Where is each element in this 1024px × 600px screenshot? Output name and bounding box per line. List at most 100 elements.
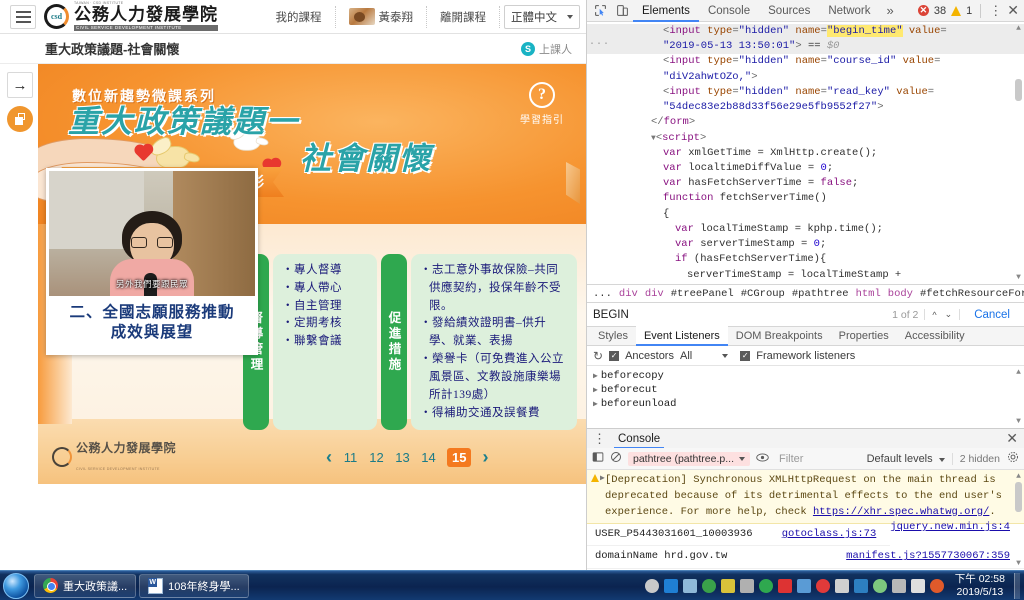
dom-node-line[interactable]: var xmlGetTime = XmlHttp.create(); [587,146,1024,161]
tab-sources[interactable]: Sources [759,0,819,22]
scroll-up-icon[interactable]: ▲ [1014,472,1023,481]
clock[interactable]: 下午 02:58 2019/5/13 [949,573,1009,598]
refresh-icon[interactable]: ↻ [593,349,603,363]
menu-hamburger-icon[interactable] [10,4,36,29]
battery-icon[interactable] [891,578,906,593]
listeners-scrollbar[interactable]: ▲ ▼ [1014,368,1023,426]
tab-event-listeners[interactable]: Event Listeners [635,326,728,346]
shield-check-icon[interactable] [758,578,773,593]
dom-node-line[interactable]: var localtimeDiffValue = 0; [587,161,1024,176]
tab-styles[interactable]: Styles [590,326,636,346]
learning-guide-button[interactable]: ? 學習指引 [520,82,564,126]
link-icon[interactable] [872,578,887,593]
page-button-13[interactable]: 13 [395,450,410,465]
console-warning-row[interactable]: ▶ [Deprecation] Synchronous XMLHttpReques… [587,470,1024,533]
close-icon[interactable]: ✕ [1007,2,1019,19]
device-toolbar-icon[interactable] [611,1,633,21]
live-expression-icon[interactable] [756,452,769,466]
console-filter-input[interactable]: Filter [775,453,803,465]
ancestors-checkbox[interactable]: ✓ [609,350,620,361]
tab-dom-breakpoints[interactable]: DOM Breakpoints [728,326,831,346]
video-still[interactable]: 另外我們要跟民眾 [49,171,255,296]
gear-icon[interactable] [1007,451,1019,466]
taskbar-item-word[interactable]: 108年終身學... [139,573,249,598]
log-levels-select[interactable]: Default levels [867,453,945,465]
image-icon[interactable] [796,578,811,593]
search-next-icon[interactable]: ⌄ [942,309,956,320]
dom-node-line[interactable]: ▼<script> [587,131,1024,146]
recycle-icon[interactable] [701,578,716,593]
nav-my-courses[interactable]: 我的課程 [263,5,336,28]
breadcrumb-item-pathtree[interactable]: #pathtree [792,288,849,300]
expand-panel-button[interactable]: → [7,72,33,98]
search-cancel-button[interactable]: Cancel [960,309,1024,321]
breadcrumb-item-div[interactable]: div [645,288,664,300]
dom-node-line[interactable]: function fetchServerTime() [587,191,1024,206]
tab-network[interactable]: Network [819,0,879,22]
safe-icon[interactable] [720,578,735,593]
dom-node-line[interactable]: "54dec83e2b88d33f56e29e5fb9552f27"> [587,100,1024,115]
nav-user[interactable]: 黃泰翔 [336,5,427,28]
breadcrumb-item-CGroup[interactable]: #CGroup [741,288,785,300]
elements-tree[interactable]: ··· <input type="hidden" name="begin_tim… [587,22,1024,284]
nav-leave-course[interactable]: 離開課程 [427,5,500,28]
scroll-down-icon[interactable]: ▼ [1014,273,1023,282]
scroll-thumb[interactable] [1015,79,1022,101]
language-select[interactable]: 正體中文 [504,4,580,29]
console-context-select[interactable]: pathtree (pathtree.p... [628,451,750,466]
console-sidebar-icon[interactable] [592,451,604,466]
lock-icon[interactable] [739,578,754,593]
clear-console-icon[interactable] [610,451,622,466]
tab-elements[interactable]: Elements [633,0,699,22]
search-prev-icon[interactable]: ^ [929,310,939,320]
network-icon[interactable] [853,578,868,593]
event-type-filter[interactable]: All [680,350,692,362]
volume-icon[interactable] [910,578,925,593]
dom-node-line[interactable]: serverTimeStamp = localTimeStamp + [587,268,1024,283]
dom-node-line[interactable]: "2019-05-13 13:50:01"> == $0 [587,39,1024,55]
start-button[interactable] [3,572,29,599]
printer-icon[interactable] [644,578,659,593]
tab-properties[interactable]: Properties [831,326,897,346]
help-icon[interactable] [663,578,678,593]
instructor-video-card[interactable]: 另外我們要跟民眾 二、全國志願服務推動 成效與展望 [46,168,258,356]
tab-console[interactable]: Console [699,0,759,22]
scroll-up-icon[interactable]: ▲ [1014,24,1023,33]
page-button-12[interactable]: 12 [369,450,384,465]
event-listener-item[interactable]: ▶ beforeunload [587,397,1024,411]
dom-node-line[interactable]: </form> [587,115,1024,130]
scroll-up-icon[interactable]: ▲ [1014,368,1023,377]
tab-accessibility[interactable]: Accessibility [897,326,973,346]
console-source-link[interactable]: gotoclass.js:73 [772,527,877,542]
chevron-down-icon[interactable] [722,353,729,358]
dom-node-line[interactable]: <input type="hidden" name="course_id" va… [587,54,1024,69]
warning-count[interactable]: 1 [966,5,972,17]
console-source-link[interactable]: jquery.new.min.js:4 [890,520,1010,536]
breadcrumb-item-fetchResourceForm[interactable]: #fetchResourceForm [920,288,1024,300]
antivirus-icon[interactable] [777,578,792,593]
dom-node-line[interactable]: localtimeDiffValue; [587,283,1024,285]
show-desktop-button[interactable] [1014,572,1020,599]
dom-node-line[interactable]: { [587,207,1024,222]
update-icon[interactable] [929,578,944,593]
breadcrumb-item-div[interactable]: div [619,288,638,300]
prev-page-button[interactable]: ‹ [326,447,332,468]
event-listener-item[interactable]: ▶ beforecopy [587,369,1024,383]
scroll-thumb[interactable] [1015,482,1022,512]
dom-node-line[interactable]: <input type="hidden" name="read_key" val… [587,85,1024,100]
dots-icon[interactable] [682,578,697,593]
next-page-button[interactable]: › [482,447,488,468]
error-count[interactable]: 38 [934,5,946,17]
inspect-element-icon[interactable] [589,1,611,21]
dom-node-line[interactable]: var serverTimeStamp = 0; [587,237,1024,252]
page-button-15[interactable]: 15 [447,447,472,467]
scroll-down-icon[interactable]: ▼ [1014,559,1023,568]
framework-listeners-checkbox[interactable]: ✓ [740,350,751,361]
console-log-row[interactable]: USER_P5443031601_10003936 gotoclass.js:73 [587,524,891,547]
signal-icon[interactable] [834,578,849,593]
expand-triangle-icon[interactable]: ▶ [600,473,605,485]
drawer-tab-console[interactable]: Console [614,429,664,449]
breadcrumb-item-html[interactable]: html [856,288,881,300]
console-scrollbar[interactable]: ▲ ▼ [1014,472,1023,568]
page-button-14[interactable]: 14 [421,450,436,465]
